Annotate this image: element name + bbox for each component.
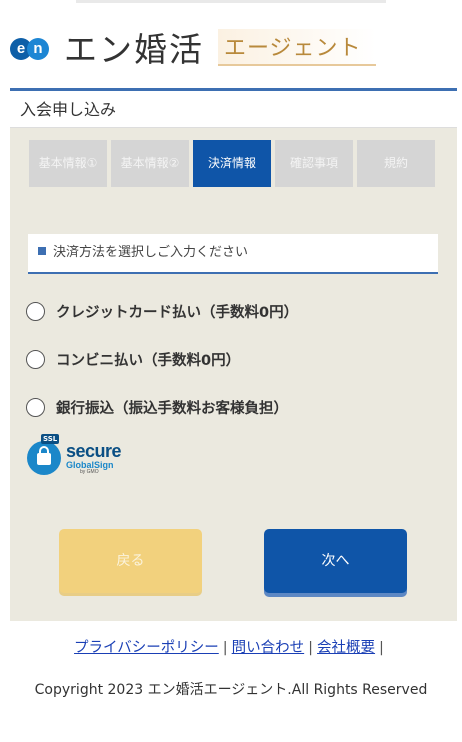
step-terms: 規約 xyxy=(357,140,435,187)
footer-separator: | xyxy=(222,640,228,656)
contact-link[interactable]: 問い合わせ xyxy=(232,640,305,656)
radio-button[interactable] xyxy=(26,398,45,417)
privacy-policy-link[interactable]: プライバシーポリシー xyxy=(74,640,219,656)
brand-name: エン婚活 xyxy=(64,30,204,69)
payment-section-label: 決済方法を選択しご入力ください xyxy=(53,245,249,260)
ssl-tag: SSL xyxy=(41,434,60,444)
ssl-gmo-label: by GMO xyxy=(80,468,99,475)
en-logo-icon[interactable]: e n xyxy=(10,32,56,62)
step-basic-info-2: 基本情報② xyxy=(111,140,189,187)
top-divider xyxy=(76,0,386,3)
copyright-text: Copyright 2023 エン婚活エージェント.All Rights Res… xyxy=(34,682,428,698)
site-header: e n エン婚活 エージェント xyxy=(10,22,376,72)
step-payment-info: 決済情報 xyxy=(193,140,271,187)
payment-option-label: 銀行振込（振込手数料お客様負担） xyxy=(56,401,288,417)
footer-links: プライバシーポリシー | 問い合わせ | 会社概要 | xyxy=(0,636,462,657)
payment-section-heading: 決済方法を選択しご入力ください xyxy=(28,234,438,274)
payment-option-label: クレジットカード払い（手数料0円） xyxy=(56,305,299,321)
ssl-lock-icon: SSL xyxy=(27,434,61,475)
radio-button[interactable] xyxy=(26,302,45,321)
logo-letter-n: n xyxy=(27,38,49,60)
ssl-seal[interactable]: SSL secure GlobalSign by GMO xyxy=(27,434,122,475)
step-confirmation: 確認事項 xyxy=(275,140,353,187)
payment-option-bank-transfer[interactable]: 銀行振込（振込手数料お客様負担） xyxy=(26,397,288,418)
ssl-seal-text: secure GlobalSign by GMO xyxy=(66,440,122,475)
square-bullet-icon xyxy=(38,247,46,255)
payment-option-label: コンビニ払い（手数料0円） xyxy=(56,353,241,369)
application-panel: 入会申し込み 基本情報① 基本情報② 決済情報 確認事項 規約 決済方法を選択し… xyxy=(10,88,457,621)
payment-option-convenience-store[interactable]: コンビニ払い（手数料0円） xyxy=(26,349,240,370)
footer-separator: | xyxy=(308,640,314,656)
step-basic-info-1: 基本情報① xyxy=(29,140,107,187)
brand-sub: エージェント xyxy=(218,28,376,66)
radio-button[interactable] xyxy=(26,350,45,369)
back-button[interactable]: 戻る xyxy=(59,529,202,593)
footer-separator: | xyxy=(379,640,384,656)
padlock-icon xyxy=(37,446,51,465)
next-button[interactable]: 次へ xyxy=(264,529,407,593)
step-indicator: 基本情報① 基本情報② 決済情報 確認事項 規約 xyxy=(29,140,439,187)
company-info-link[interactable]: 会社概要 xyxy=(317,640,375,656)
payment-option-credit-card[interactable]: クレジットカード払い（手数料0円） xyxy=(26,301,298,322)
panel-title: 入会申し込み xyxy=(10,88,457,128)
ssl-secure-label: secure xyxy=(66,440,122,461)
